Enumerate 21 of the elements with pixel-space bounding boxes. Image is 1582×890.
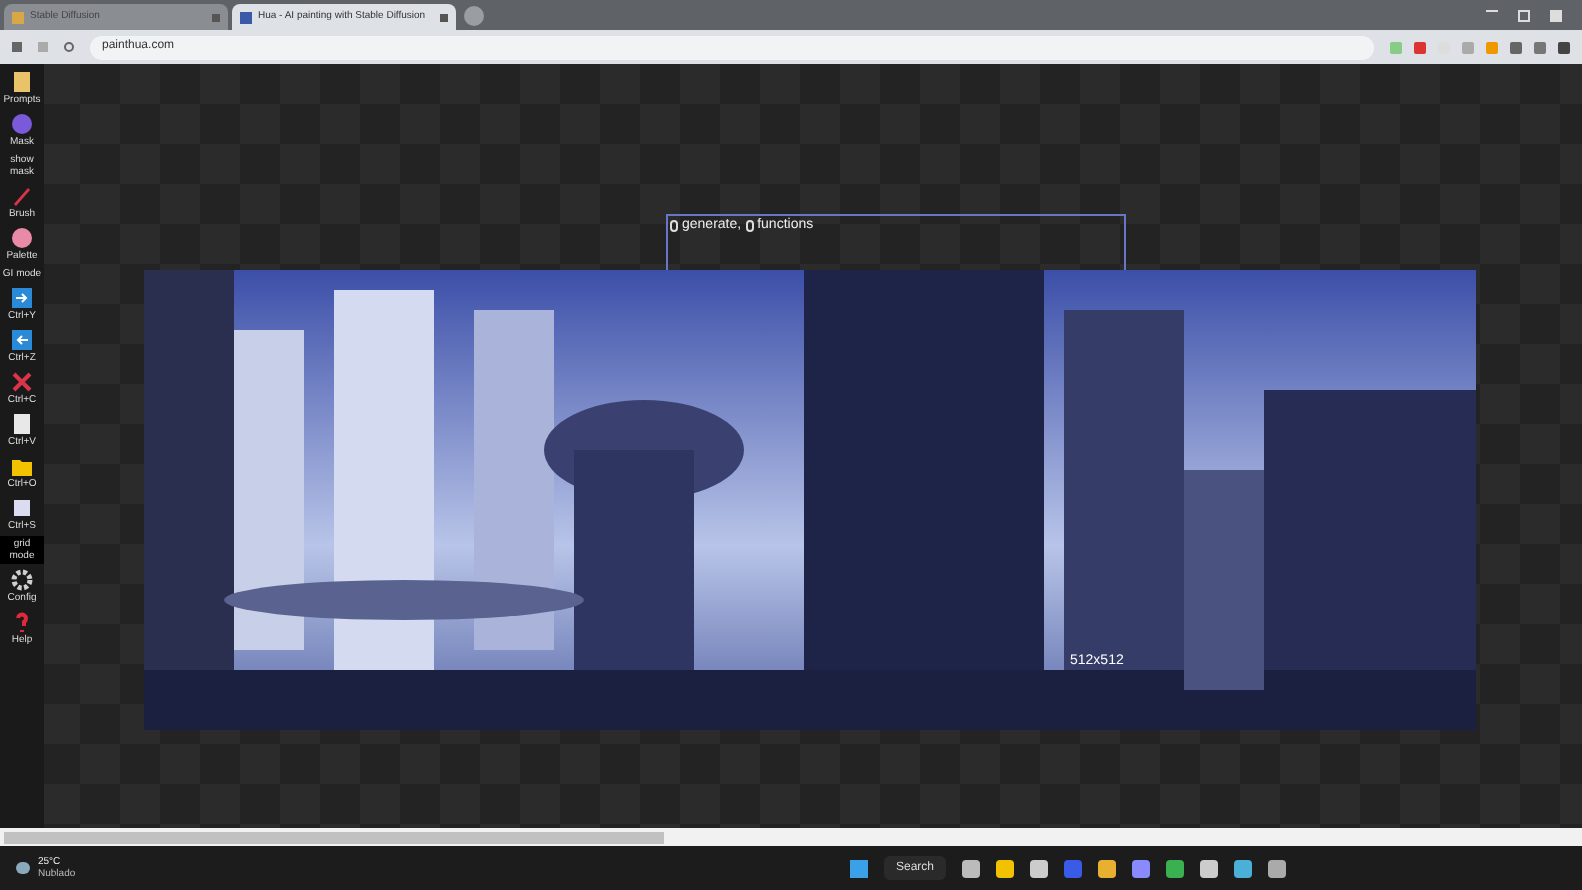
- favicon-icon: [240, 11, 252, 23]
- settings-icon: [10, 568, 34, 592]
- reload-icon[interactable]: [64, 42, 74, 52]
- circle-icon: [10, 112, 34, 136]
- cloud-icon: [16, 862, 30, 874]
- arrow-left-icon: [10, 328, 34, 352]
- mouse-icon: [745, 220, 754, 233]
- folder-icon: [10, 454, 34, 478]
- note-icon: [10, 70, 34, 94]
- mouse-icon: [670, 220, 678, 233]
- palette-icon: [10, 226, 34, 250]
- arrow-right-icon: [10, 286, 34, 310]
- favicon-icon: [12, 11, 24, 23]
- help-icon: [10, 610, 34, 634]
- maximize-icon[interactable]: [1518, 10, 1530, 22]
- windows-icon[interactable]: [849, 859, 868, 877]
- clipboard-icon: [10, 412, 34, 436]
- scrollbar[interactable]: [4, 831, 664, 843]
- new-tab-button[interactable]: [464, 6, 484, 26]
- close-icon[interactable]: [440, 13, 448, 21]
- brush-icon: [10, 184, 34, 208]
